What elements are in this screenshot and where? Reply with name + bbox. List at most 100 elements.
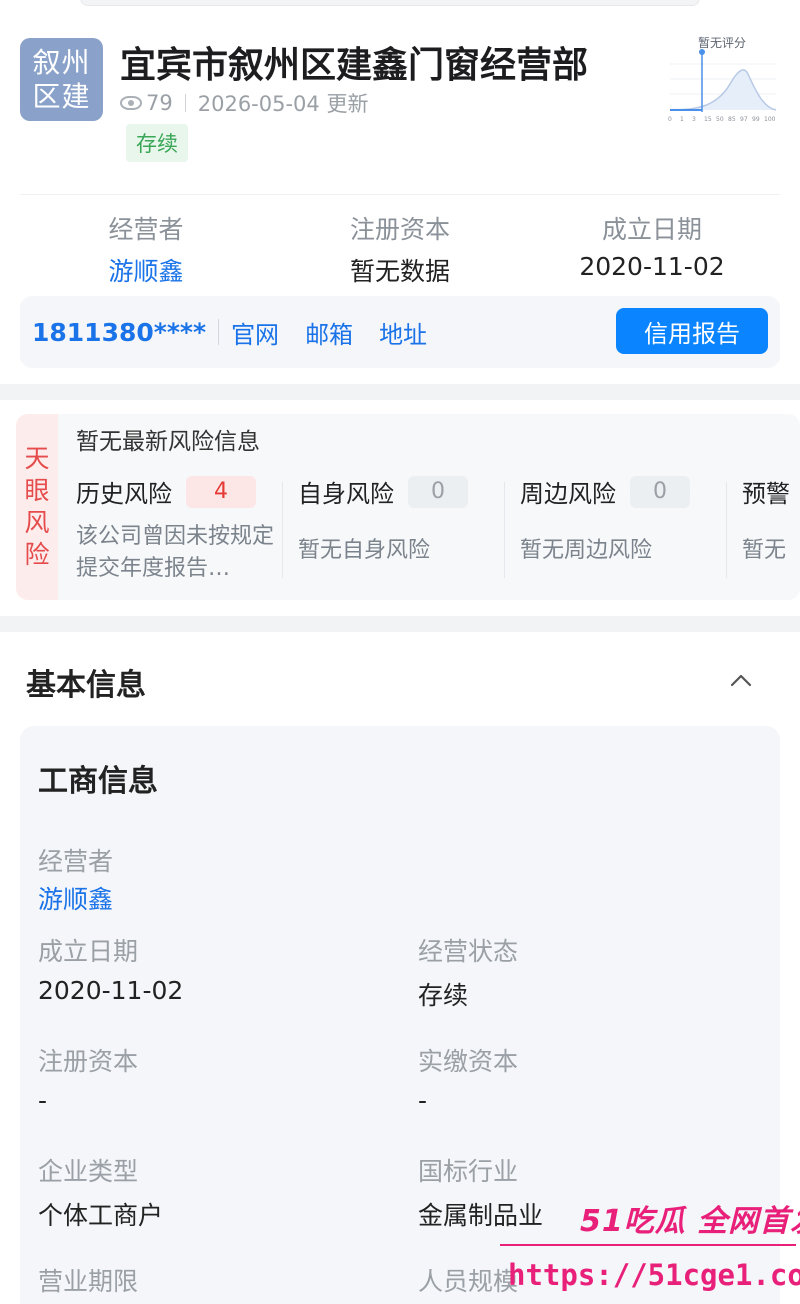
risk-divider [504, 482, 505, 578]
field-label: 营业期限 [38, 1267, 139, 1296]
phone-link[interactable]: 1811380**** [32, 318, 206, 347]
view-count: 79 [146, 91, 173, 115]
risk-divider [282, 482, 283, 578]
field-industry: 国标行业 金属制品业 [418, 1152, 543, 1232]
svg-text:1: 1 [680, 116, 684, 123]
svg-text:50: 50 [716, 116, 724, 123]
logo-text-line2: 区建 [32, 79, 91, 113]
header-divider [20, 194, 780, 195]
field-label: 经营者 [38, 847, 114, 876]
field-label: 实缴资本 [418, 1047, 519, 1076]
risk-side-char: 险 [24, 540, 50, 569]
field-value: - [418, 1086, 428, 1115]
field-value: - [38, 1086, 48, 1115]
search-bar-edge[interactable] [80, 0, 700, 6]
field-value: 2020-11-02 [38, 976, 184, 1005]
svg-text:3: 3 [692, 116, 696, 123]
risk-side-label: 天 眼 风 险 [16, 414, 58, 600]
company-logo: 叙州 区建 [20, 38, 103, 121]
risk-item-warning[interactable]: 预警 暂无 [742, 474, 800, 567]
watermark-line [500, 1244, 796, 1246]
watermark-brand: 51吃瓜 全网首发 [580, 1204, 800, 1239]
stat-value: 2020-11-02 [579, 252, 725, 281]
svg-text:15: 15 [704, 116, 712, 123]
email-link[interactable]: 邮箱 [305, 315, 353, 350]
risk-side-char: 天 [24, 444, 50, 473]
field-operator: 经营者 游顺鑫 [38, 842, 113, 916]
risk-item-desc: 该公司曾因未按规定提交年度报告… [76, 524, 275, 581]
section-title: 基本信息 [26, 668, 146, 703]
stat-value-link[interactable]: 游顺鑫 [86, 252, 206, 288]
risk-item-history[interactable]: 历史风险 4 该公司曾因未按规定提交年度报告… [76, 474, 286, 585]
risk-item-surrounding[interactable]: 周边风险 0 暂无周边风险 [520, 474, 730, 567]
status-badge: 存续 [126, 124, 188, 162]
field-value: 存续 [418, 981, 469, 1010]
risk-count: 4 [186, 475, 256, 508]
risk-side-char: 眼 [24, 476, 50, 505]
top-strip [0, 0, 800, 14]
field-label: 企业类型 [38, 1157, 139, 1186]
risk-divider [726, 482, 727, 578]
key-stats: 经营者 游顺鑫 注册资本 暂无数据 成立日期 2020-11-02 [0, 210, 800, 290]
meta-divider [184, 94, 186, 112]
risk-count: 0 [408, 475, 468, 508]
field-company-type: 企业类型 个体工商户 [38, 1152, 163, 1232]
contact-divider [218, 319, 220, 345]
company-header: 叙州 区建 宜宾市叙州区建鑫门窗经营部 79 2026-05-04 更新 存续 … [0, 14, 800, 384]
field-reg-capital: 注册资本 - [38, 1042, 138, 1115]
risk-count: 0 [630, 475, 690, 508]
svg-text:99: 99 [752, 116, 760, 123]
eye-icon [120, 96, 142, 110]
field-established: 成立日期 2020-11-02 [38, 932, 183, 1005]
risk-item-label: 周边风险 [520, 480, 616, 508]
operator-link[interactable]: 游顺鑫 [38, 880, 113, 916]
field-label: 国标行业 [418, 1157, 519, 1186]
risk-title: 暂无最新风险信息 [76, 429, 260, 455]
watermark-url: https://51cge1.com [508, 1258, 800, 1292]
field-term: 营业期限 [38, 1262, 138, 1298]
risk-item-label: 历史风险 [76, 480, 172, 508]
stat-value: 暂无数据 [349, 257, 450, 286]
field-label: 经营状态 [418, 937, 519, 966]
risk-side-char: 风 [24, 508, 50, 537]
section-gap [0, 384, 800, 400]
website-link[interactable]: 官网 [231, 315, 279, 350]
score-label: 暂无评分 [698, 36, 747, 50]
risk-card[interactable]: 天 眼 风 险 暂无最新风险信息 历史风险 4 该公司曾因未按规定提交年度报告… … [16, 414, 800, 600]
section-gap [0, 616, 800, 632]
update-date: 2026-05-04 更新 [197, 92, 369, 116]
company-meta: 79 2026-05-04 更新 [120, 88, 368, 118]
field-paid-capital: 实缴资本 - [418, 1042, 518, 1115]
stat-label: 经营者 [108, 215, 184, 244]
risk-item-desc: 暂无自身风险 [298, 538, 431, 563]
stat-registered-capital: 注册资本 暂无数据 [330, 210, 470, 288]
chevron-up-icon[interactable] [730, 670, 752, 692]
field-label: 成立日期 [38, 937, 139, 966]
svg-text:85: 85 [728, 116, 736, 123]
risk-item-self[interactable]: 自身风险 0 暂无自身风险 [298, 474, 508, 567]
svg-text:100: 100 [764, 116, 776, 123]
field-value: 金属制品业 [418, 1201, 544, 1230]
svg-text:97: 97 [740, 116, 748, 123]
field-status: 经营状态 存续 [418, 932, 518, 1012]
credit-report-button[interactable]: 信用报告 [616, 308, 768, 354]
field-value: 个体工商户 [38, 1201, 164, 1230]
field-label: 注册资本 [38, 1047, 139, 1076]
field-staff-size: 人员规模 [418, 1262, 518, 1298]
stat-label: 注册资本 [349, 215, 450, 244]
contact-bar: 1811380**** 官网 邮箱 地址 信用报告 [20, 296, 780, 368]
stat-established-date: 成立日期 2020-11-02 [562, 210, 742, 281]
stat-operator[interactable]: 经营者 游顺鑫 [86, 210, 206, 288]
field-label: 人员规模 [418, 1267, 519, 1296]
logo-text-line1: 叙州 [32, 45, 91, 79]
risk-item-desc: 暂无周边风险 [520, 538, 653, 563]
svg-text:0: 0 [668, 116, 672, 123]
address-link[interactable]: 地址 [379, 315, 427, 350]
risk-item-label: 自身风险 [298, 480, 394, 508]
company-name: 宜宾市叙州区建鑫门窗经营部 [120, 45, 589, 86]
score-widget[interactable]: 0 1 3 15 50 85 97 99 100 暂无评分 [664, 34, 780, 124]
stat-label: 成立日期 [601, 215, 702, 244]
risk-item-label: 预警 [742, 480, 790, 508]
risk-item-desc: 暂无 [742, 538, 787, 563]
card-title: 工商信息 [38, 764, 158, 799]
